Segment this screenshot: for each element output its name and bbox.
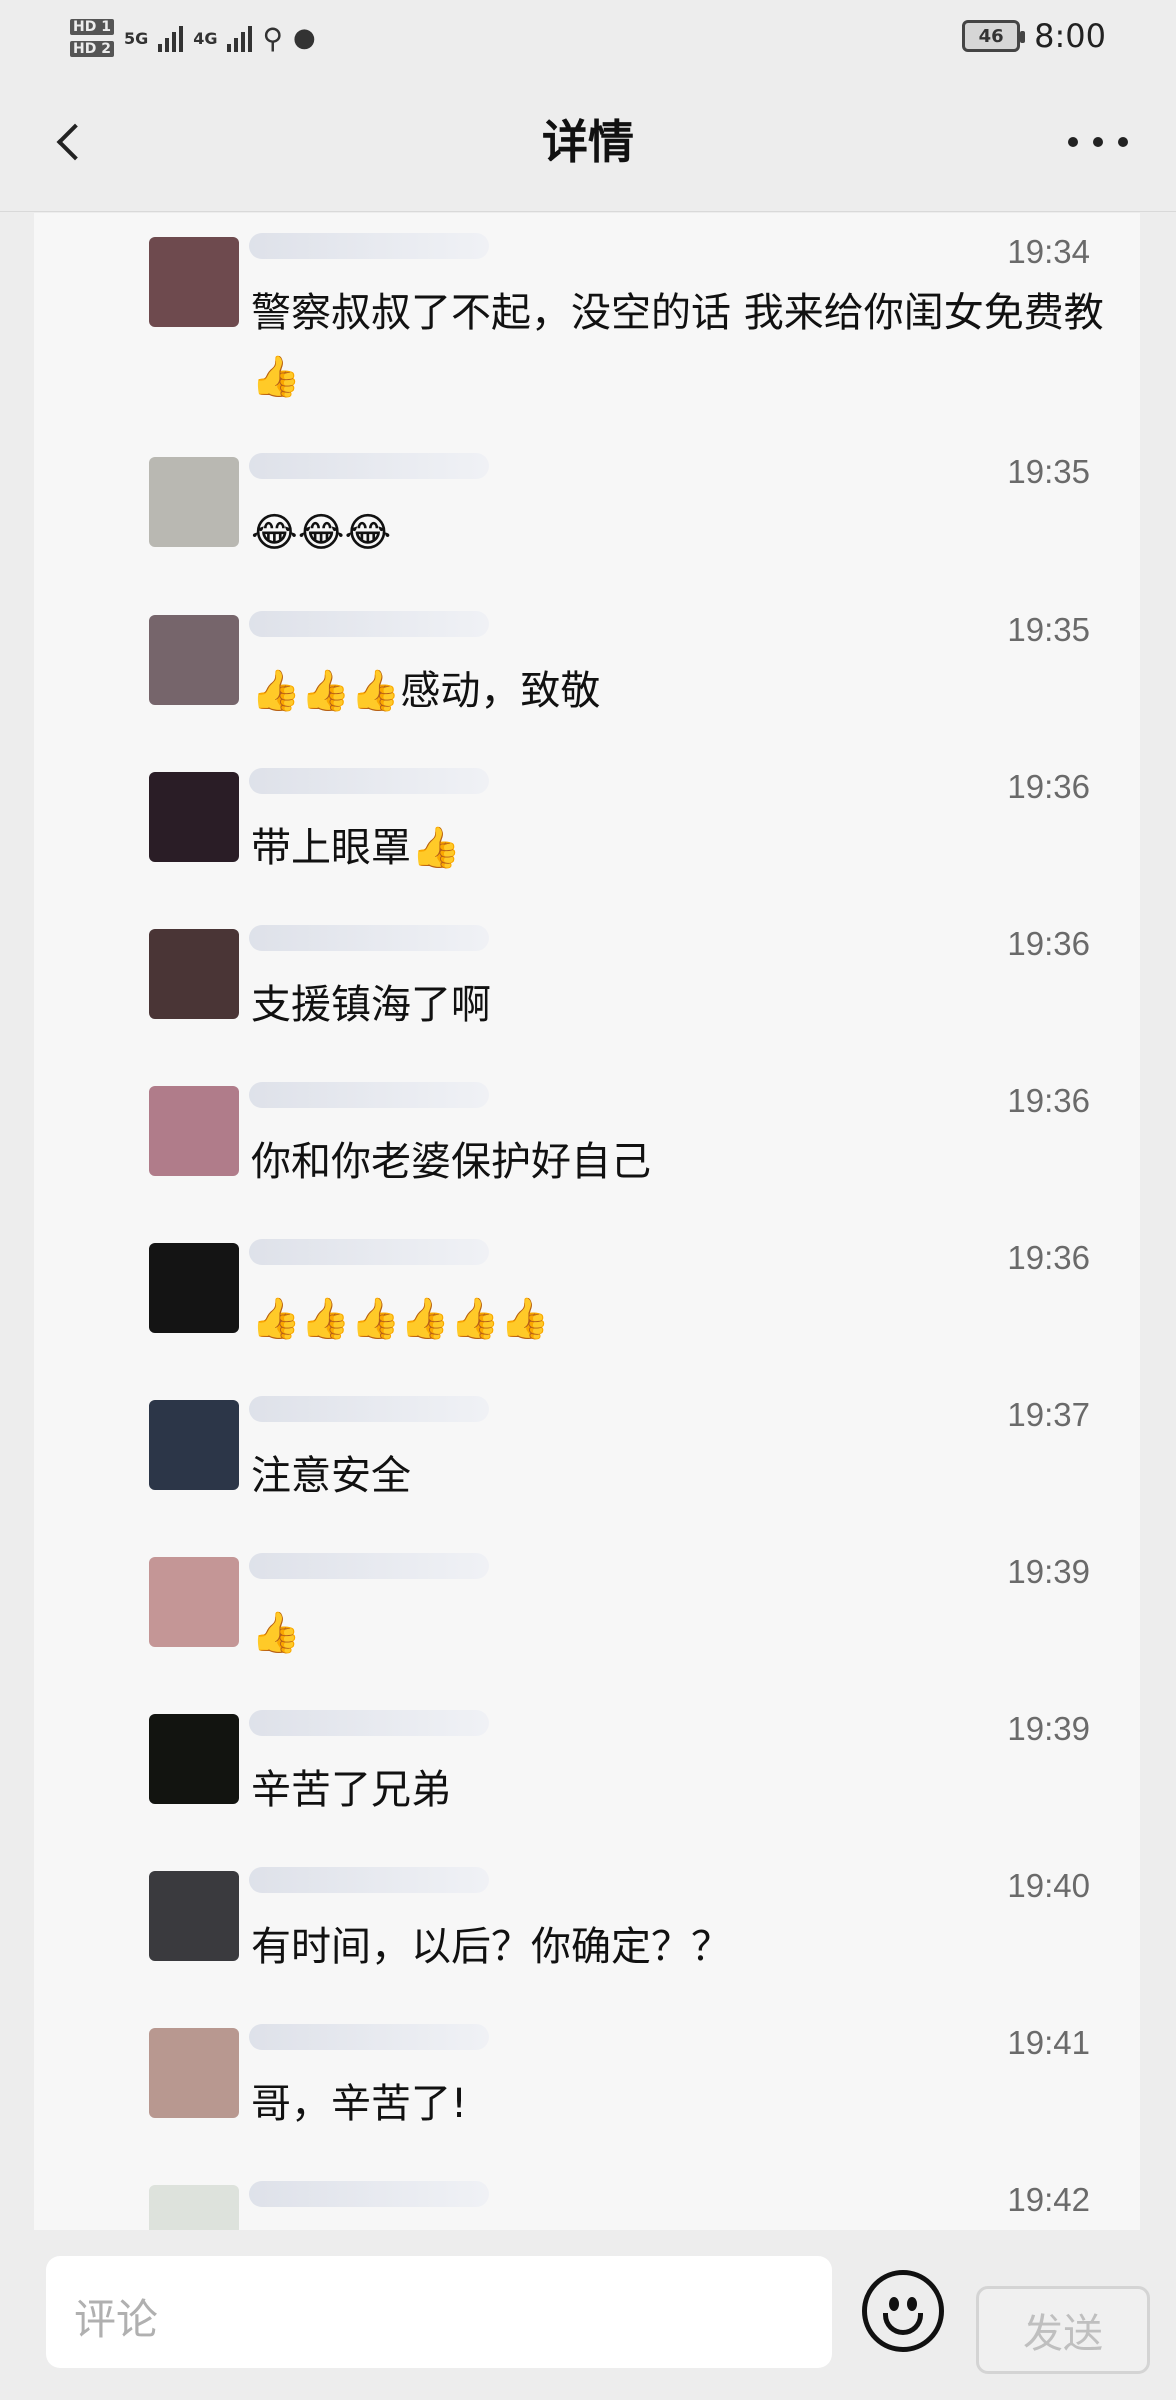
avatar[interactable]: [149, 1086, 239, 1176]
avatar[interactable]: [149, 1714, 239, 1804]
signal-icon: [158, 24, 184, 52]
commenter-name-blurred: [249, 1239, 489, 1265]
network-4g-label: 4G: [193, 28, 218, 48]
avatar[interactable]: [149, 1400, 239, 1490]
nav-bar: 详情: [0, 72, 1176, 212]
page-title: 详情: [542, 115, 634, 169]
comment-time: 19:34: [1007, 233, 1090, 270]
comment-text: 支援镇海了啊: [251, 982, 491, 1028]
smiley-icon[interactable]: [862, 2270, 944, 2352]
comment-time: 19:42: [1007, 2181, 1090, 2218]
comment-text: 带上眼罩👍: [251, 825, 461, 871]
comment-text: 警察叔叔了不起，没空的话 我来给你闺女免费教👍: [251, 290, 1104, 400]
commenter-name-blurred: [249, 453, 489, 479]
avatar[interactable]: [149, 929, 239, 1019]
avatar[interactable]: [149, 1871, 239, 1961]
comment-time: 19:35: [1007, 611, 1090, 648]
comment-time: 19:39: [1007, 1553, 1090, 1590]
comment-text: 😂😂😂: [251, 510, 392, 556]
commenter-name-blurred: [249, 2024, 489, 2050]
clock: 8:00: [1034, 17, 1106, 55]
battery-level: 46: [978, 25, 1004, 47]
comment-time: 19:41: [1007, 2024, 1090, 2061]
commenter-name-blurred: [249, 233, 489, 259]
commenter-name-blurred: [249, 1710, 489, 1736]
commenter-name-blurred: [249, 1553, 489, 1579]
comment-time: 19:36: [1007, 1082, 1090, 1119]
avatar[interactable]: [149, 772, 239, 862]
comment-text: 有时间，以后？你确定？？: [251, 1924, 731, 1970]
sim1-label: HD 1: [70, 19, 114, 35]
comment-time: 19:40: [1007, 1867, 1090, 1904]
commenter-name-blurred: [249, 1396, 489, 1422]
status-right: 46 8:00: [962, 10, 1106, 62]
sim-indicators: HD 1 HD 2: [70, 19, 114, 57]
more-horizontal-icon[interactable]: [1068, 124, 1128, 160]
comment-time: 19:35: [1007, 453, 1090, 490]
comment-time: 19:37: [1007, 1396, 1090, 1433]
avatar[interactable]: [149, 1243, 239, 1333]
avatar[interactable]: [149, 615, 239, 705]
comment-time: 19:36: [1007, 1239, 1090, 1276]
comment-time: 19:36: [1007, 768, 1090, 805]
comment-list[interactable]: 19:34 警察叔叔了不起，没空的话 我来给你闺女免费教👍 19:35 😂😂😂 …: [34, 213, 1140, 2230]
commenter-name-blurred: [249, 768, 489, 794]
comment-text: 哥，辛苦了!: [251, 2081, 468, 2127]
commenter-name-blurred: [249, 925, 489, 951]
avatar[interactable]: [149, 2185, 239, 2230]
comment-text: 注意安全: [251, 1453, 411, 1499]
comment-text: 👍: [251, 1610, 301, 1656]
comment-input[interactable]: 评论: [46, 2256, 832, 2368]
comment-time: 19:36: [1007, 925, 1090, 962]
commenter-name-blurred: [249, 1082, 489, 1108]
avatar[interactable]: [149, 2028, 239, 2118]
comment-text: 你和你老婆保护好自己: [251, 1139, 651, 1185]
commenter-name-blurred: [249, 611, 489, 637]
network-5g-label: 5G: [123, 28, 149, 48]
status-bar: HD 1 HD 2 5G 4G ⚲ ● 46 8:00: [0, 0, 1176, 72]
battery-icon: 46: [962, 20, 1026, 52]
sim2-label: HD 2: [70, 41, 114, 57]
avatar[interactable]: [149, 237, 239, 327]
status-left: HD 1 HD 2 5G 4G ⚲ ●: [70, 8, 316, 68]
wechat-notification-icon: ●: [293, 23, 316, 53]
comment-text: 辛苦了兄弟: [251, 1767, 451, 1813]
avatar[interactable]: [149, 1557, 239, 1647]
avatar[interactable]: [149, 457, 239, 547]
comment-bar: 评论 发送: [0, 2230, 1176, 2400]
comment-text: 👍👍👍👍👍👍: [251, 1296, 550, 1342]
commenter-name-blurred: [249, 2181, 489, 2207]
comment-text: 👍👍👍感动，致敬: [251, 668, 601, 714]
commenter-name-blurred: [249, 1867, 489, 1893]
send-button[interactable]: 发送: [976, 2286, 1150, 2374]
signal-icon-2: [227, 24, 253, 52]
app-notification-icon: ⚲: [262, 21, 283, 55]
comment-time: 19:39: [1007, 1710, 1090, 1747]
